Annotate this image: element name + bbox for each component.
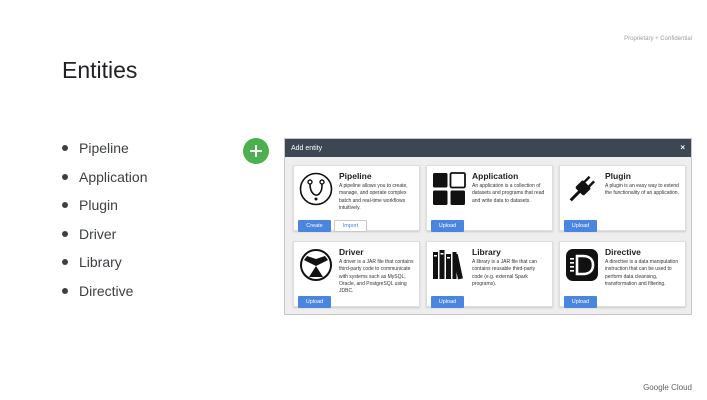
bullet-dot-icon <box>62 145 68 152</box>
card-title: Directive <box>605 247 641 257</box>
upload-button[interactable]: Upload <box>564 220 597 232</box>
driver-icon <box>298 247 334 283</box>
list-item: Directive <box>62 277 148 306</box>
entity-card-grid: Pipeline A pipeline allows you to create… <box>293 165 686 308</box>
directive-icon <box>564 247 600 283</box>
bullet-dot-icon <box>62 202 68 209</box>
entity-card-library: Library A library is a JAR file that can… <box>426 241 553 308</box>
card-title: Pipeline <box>339 171 372 181</box>
library-icon <box>431 247 467 283</box>
card-description: An application is a collection of datase… <box>472 183 545 204</box>
entity-card-application: Application An application is a collecti… <box>426 165 553 232</box>
add-entity-modal: Add entity × Pipeline A pipeline allows … <box>284 138 692 315</box>
card-description: A pipeline allows you to create, manage,… <box>339 183 408 211</box>
card-description: A driver is a JAR file that contains thi… <box>339 259 414 294</box>
card-description: A directive is a data manipulation instr… <box>605 259 679 287</box>
card-title: Application <box>472 171 519 181</box>
card-title: Driver <box>339 247 364 257</box>
entity-card-plugin: Plugin A plugin is an easy way to extend… <box>559 165 686 232</box>
modal-header: Add entity × <box>285 139 691 157</box>
upload-button[interactable]: Upload <box>431 296 464 308</box>
upload-button[interactable]: Upload <box>564 296 597 308</box>
modal-title: Add entity <box>291 144 323 152</box>
list-item-label: Directive <box>79 282 134 299</box>
bullet-dot-icon <box>62 173 68 180</box>
list-item: Plugin <box>62 191 148 220</box>
entity-card-pipeline: Pipeline A pipeline allows you to create… <box>293 165 420 232</box>
confidential-label: Proprietary + Confidential <box>624 36 692 42</box>
entity-list: Pipeline Application Plugin Driver Libra… <box>62 134 148 305</box>
google-cloud-logo: Google Cloud <box>643 383 692 392</box>
bullet-dot-icon <box>62 259 68 266</box>
card-description: A library is a JAR file that can contain… <box>472 259 538 287</box>
close-icon[interactable]: × <box>680 144 685 152</box>
bullet-dot-icon <box>62 230 68 237</box>
list-item-label: Driver <box>79 225 117 242</box>
pipeline-icon <box>298 171 334 207</box>
list-item-label: Library <box>79 254 122 271</box>
card-title: Library <box>472 247 501 257</box>
plus-icon <box>250 145 262 157</box>
page-title: Entities <box>62 57 138 83</box>
list-item: Pipeline <box>62 134 148 163</box>
add-entity-button[interactable] <box>243 138 269 164</box>
create-button[interactable]: Create <box>298 220 331 232</box>
upload-button[interactable]: Upload <box>431 220 464 232</box>
list-item: Library <box>62 248 148 277</box>
plug-icon <box>564 171 600 207</box>
upload-button[interactable]: Upload <box>298 296 331 308</box>
entity-card-driver: Driver A driver is a JAR file that conta… <box>293 241 420 308</box>
list-item-label: Plugin <box>79 197 118 214</box>
application-icon <box>431 171 467 207</box>
bullet-dot-icon <box>62 287 68 294</box>
card-title: Plugin <box>605 171 631 181</box>
list-item-label: Application <box>79 168 148 185</box>
entity-card-directive: Directive A directive is a data manipula… <box>559 241 686 308</box>
list-item: Application <box>62 163 148 192</box>
import-button[interactable]: Import <box>334 220 367 232</box>
list-item-label: Pipeline <box>79 140 129 157</box>
card-description: A plugin is an easy way to extend the fu… <box>605 183 679 197</box>
list-item: Driver <box>62 220 148 249</box>
